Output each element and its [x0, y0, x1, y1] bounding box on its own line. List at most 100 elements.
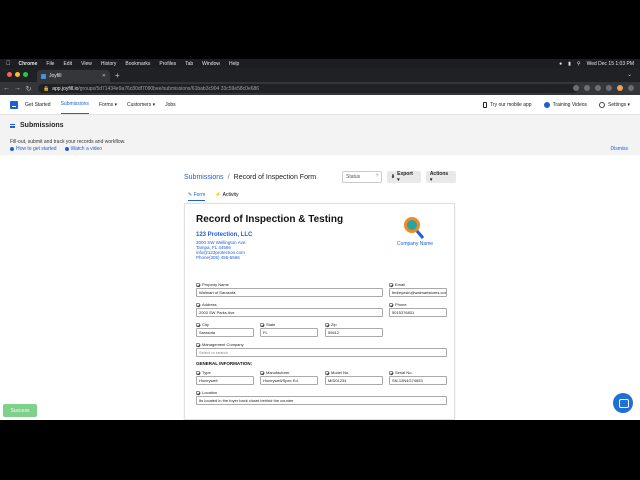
browser-tab-joyfill[interactable]: Joyfill ✕: [37, 70, 110, 82]
management-company-select[interactable]: Select or search: [196, 348, 447, 357]
zoom-window-button[interactable]: [23, 72, 28, 77]
email-input[interactable]: fedreyesin@walmartstores.com: [389, 288, 447, 297]
share-icon[interactable]: [573, 85, 579, 91]
try-mobile-app-link[interactable]: Try our mobile app: [483, 101, 532, 108]
nav-forms[interactable]: Forms ▾: [99, 96, 117, 114]
city-input[interactable]: Sarasota: [196, 328, 254, 337]
try-mobile-app-label: Try our mobile app: [490, 101, 532, 108]
mac-menu-help[interactable]: Help: [229, 61, 239, 67]
manufacturer-field: Manufacturer Honeywell/Spec Ed.: [260, 370, 318, 385]
mac-menu-file[interactable]: File: [46, 61, 54, 67]
page-header: Submissions Fill-out, submit and track y…: [0, 115, 640, 155]
checkbox[interactable]: [389, 370, 393, 375]
new-tab-button[interactable]: +: [115, 71, 120, 80]
nav-submissions[interactable]: Submissions: [60, 95, 89, 114]
field-label: Zip: [331, 322, 337, 327]
browser-extension-icons: [573, 85, 634, 91]
mac-menu-bookmarks[interactable]: Bookmarks: [125, 61, 150, 67]
checkbox[interactable]: [260, 322, 264, 327]
address-input[interactable]: 2003 SW Parks Ave: [196, 308, 383, 317]
checkbox[interactable]: [196, 390, 200, 395]
serial-no-input[interactable]: SN-13N4G74653: [389, 376, 447, 385]
list-icon: [10, 123, 15, 128]
type-input[interactable]: Honeywell: [196, 376, 254, 385]
field-label: Model No.: [331, 370, 350, 375]
bookmark-star-icon[interactable]: [584, 85, 590, 91]
property-name-input[interactable]: Walmart of Sarasota: [196, 288, 383, 297]
city-field: City Sarasota: [196, 322, 254, 337]
plus-icon[interactable]: +: [375, 173, 379, 179]
lock-icon[interactable]: 🔒: [43, 86, 49, 92]
extension-icon[interactable]: [595, 85, 601, 91]
nav-jobs[interactable]: Jobs: [165, 96, 176, 114]
mac-menu-edit[interactable]: Edit: [63, 61, 72, 67]
window-controls: [7, 72, 28, 77]
battery-icon[interactable]: ▮: [568, 61, 571, 67]
watch-video-label: Watch a video: [70, 146, 103, 152]
chat-support-button[interactable]: [613, 393, 633, 413]
nav-customers[interactable]: Customers ▾: [127, 96, 155, 114]
forward-arrow-icon[interactable]: →: [13, 85, 22, 92]
checkbox[interactable]: [325, 370, 329, 375]
top-navigation: Get Started Submissions Forms ▾ Customer…: [0, 95, 640, 115]
address-bar[interactable]: 🔒 app.joyfill.io /groups/5d71434e9a76c80…: [38, 84, 578, 93]
field-label: City: [202, 322, 209, 327]
breadcrumb-submissions[interactable]: Submissions: [184, 174, 224, 181]
phone-input[interactable]: 5015376831: [389, 308, 447, 317]
how-to-get-started-label: How to get started: [16, 146, 57, 152]
mac-menu-profiles[interactable]: Profiles: [159, 61, 176, 67]
field-label: Manufacturer: [266, 370, 290, 375]
puzzle-icon[interactable]: [606, 85, 612, 91]
watch-video-link[interactable]: Watch a video: [64, 146, 103, 152]
reload-icon[interactable]: ↻: [24, 85, 33, 93]
tab-close-icon[interactable]: ✕: [102, 73, 106, 79]
how-to-get-started-link[interactable]: How to get started: [10, 146, 57, 152]
minimize-window-button[interactable]: [15, 72, 20, 77]
search-icon[interactable]: ⚲: [577, 61, 581, 67]
mac-datetime[interactable]: Wed Dec 15 1:03 PM: [587, 61, 634, 67]
export-button[interactable]: ⬇ Export ▾: [386, 171, 421, 183]
checkbox[interactable]: [196, 322, 200, 327]
nav-get-started[interactable]: Get Started: [25, 96, 51, 114]
address-line: Phone(305) 455-5566: [196, 255, 240, 260]
checkbox[interactable]: [196, 282, 200, 287]
back-arrow-icon[interactable]: ←: [2, 85, 11, 92]
state-input[interactable]: FL: [260, 328, 318, 337]
magnifier-logo-icon: [404, 217, 425, 239]
field-label: State: [266, 322, 276, 327]
form-tabs: ✎ Form ⚡ Activity: [188, 192, 238, 201]
field-label: Address: [202, 302, 217, 307]
status-select[interactable]: Status +: [342, 171, 382, 183]
profile-avatar[interactable]: [617, 85, 623, 91]
actions-button[interactable]: Actions ▾: [425, 171, 456, 183]
wifi-icon[interactable]: ●: [559, 61, 562, 67]
tab-activity[interactable]: ⚡ Activity: [215, 192, 238, 201]
checkbox[interactable]: [196, 302, 200, 307]
model-no-input[interactable]: MID01234: [325, 376, 383, 385]
mac-menu-history[interactable]: History: [101, 61, 117, 67]
checkbox[interactable]: [325, 322, 329, 327]
dismiss-link[interactable]: Dismiss: [611, 146, 629, 152]
checkbox[interactable]: [389, 282, 393, 287]
mac-menu-tab[interactable]: Tab: [185, 61, 193, 67]
tab-form[interactable]: ✎ Form: [188, 192, 206, 201]
checkbox[interactable]: [196, 342, 200, 347]
apple-icon[interactable]: : [6, 61, 11, 67]
mac-menu-view[interactable]: View: [81, 61, 92, 67]
checkbox[interactable]: [260, 370, 264, 375]
play-icon: [64, 146, 69, 151]
checkbox[interactable]: [389, 302, 393, 307]
location-input[interactable]: Its located in the foyer back closet beh…: [196, 396, 447, 405]
zip-input[interactable]: 55612: [325, 328, 383, 337]
joyfill-logo-icon[interactable]: [10, 100, 18, 109]
tab-search-chevron-icon[interactable]: ⌄: [627, 71, 632, 78]
settings-menu[interactable]: Settings ▾: [599, 101, 630, 108]
mac-menu-window[interactable]: Window: [202, 61, 220, 67]
manufacturer-input[interactable]: Honeywell/Spec Ed.: [260, 376, 318, 385]
export-label: Export ▾: [397, 171, 413, 183]
checkbox[interactable]: [196, 370, 200, 375]
close-window-button[interactable]: [7, 72, 12, 77]
mac-app-name[interactable]: Chrome: [19, 61, 38, 67]
more-menu-icon[interactable]: [628, 85, 634, 91]
training-videos-link[interactable]: Training Videos: [543, 101, 587, 108]
